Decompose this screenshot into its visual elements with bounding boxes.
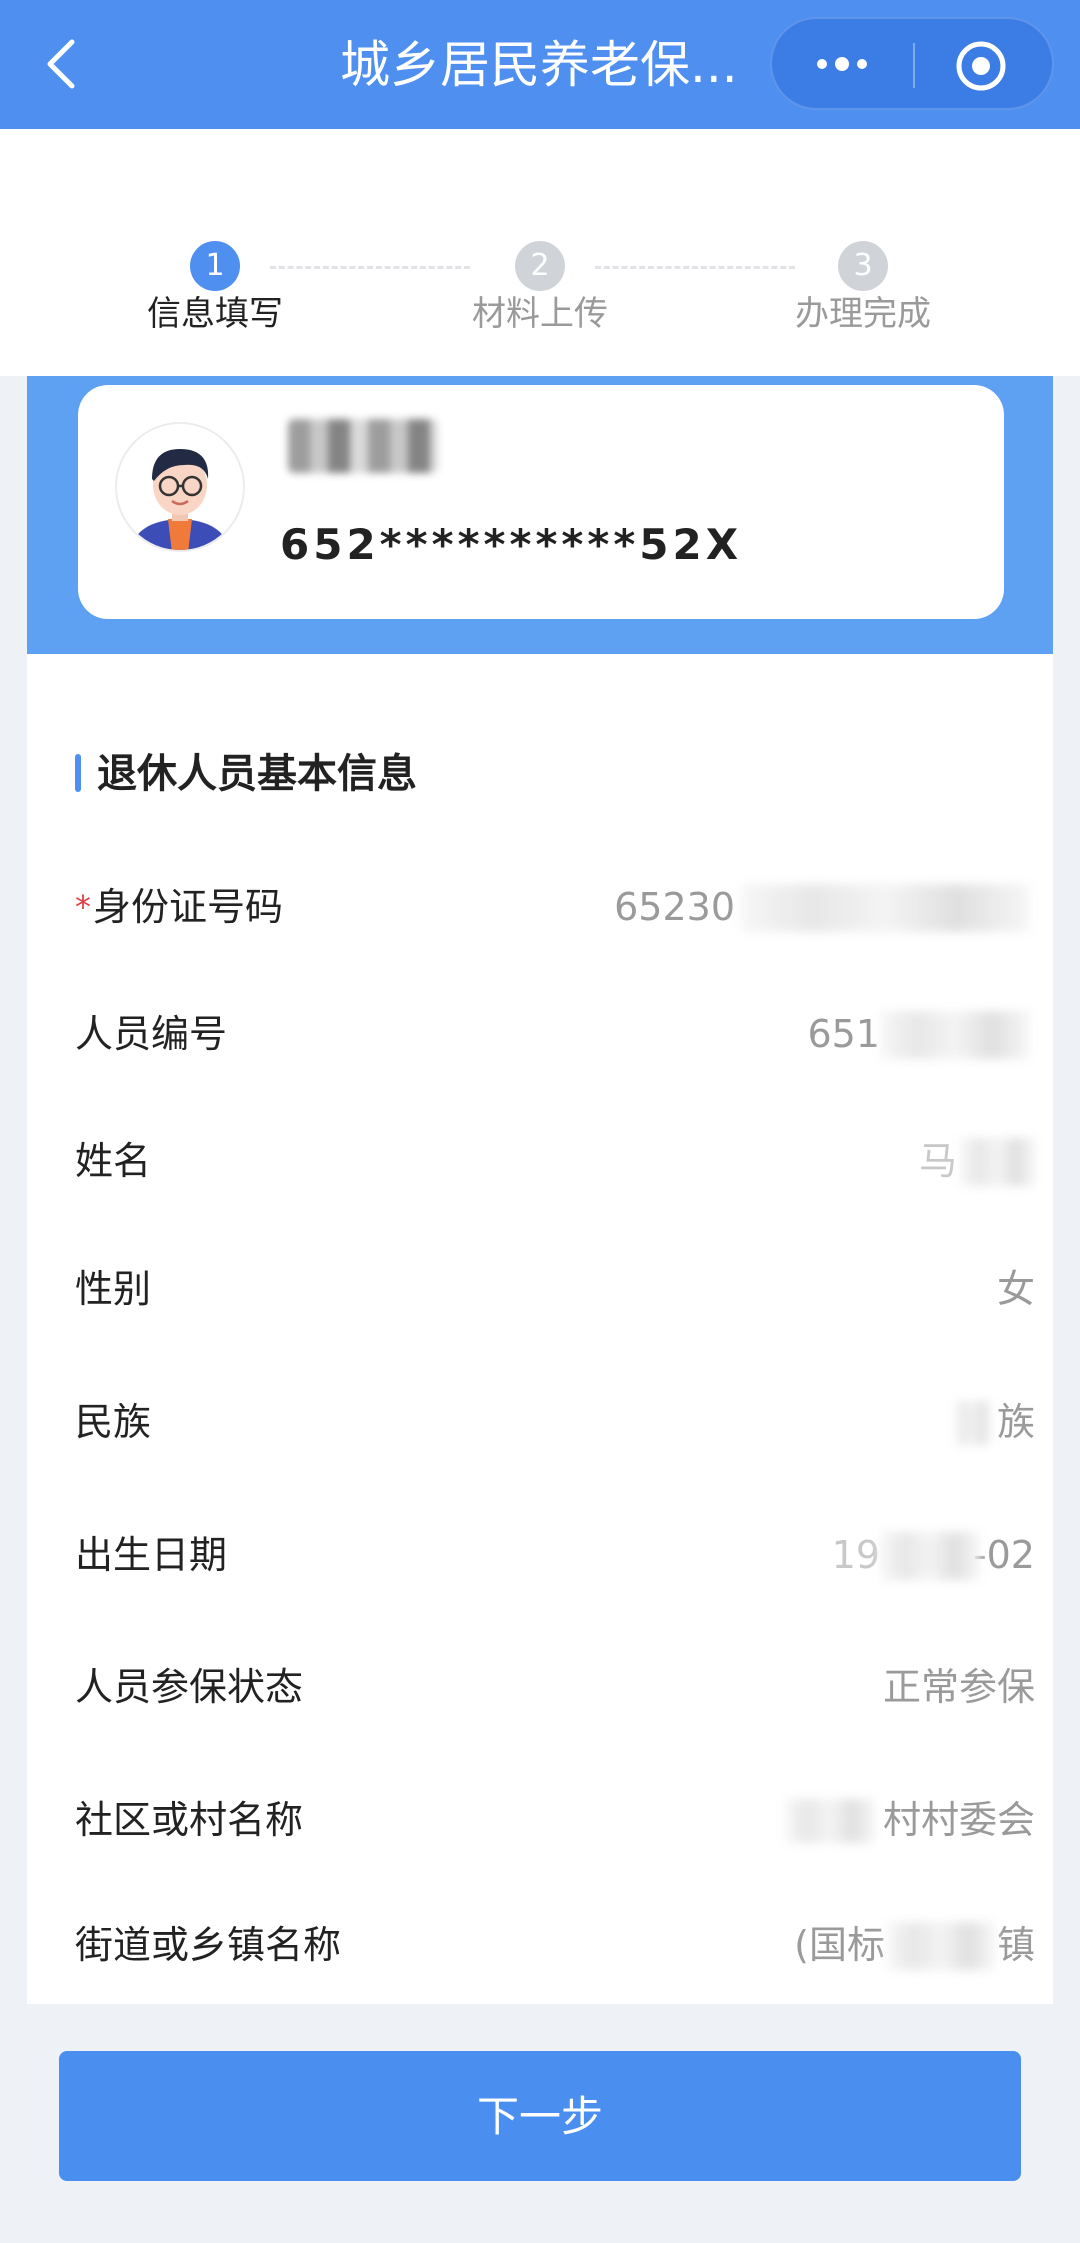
user-name-redacted bbox=[288, 419, 438, 473]
field-value: 65230 bbox=[614, 885, 735, 929]
required-mark: * bbox=[75, 888, 91, 926]
redaction-mask bbox=[740, 884, 1030, 932]
progress-steps: 1 信息填写 2 材料上传 3 办理完成 bbox=[0, 129, 1080, 376]
field-row-gender: 性别 女 bbox=[75, 1254, 1035, 1324]
field-row-insurance-status: 人员参保状态 正常参保 bbox=[75, 1652, 1035, 1722]
field-label: 人员编号 bbox=[75, 1012, 228, 1056]
field-value: 女 bbox=[996, 1267, 1035, 1311]
section-accent-bar bbox=[75, 754, 81, 792]
field-label: 社区或村名称 bbox=[75, 1798, 304, 1842]
target-icon[interactable] bbox=[954, 39, 1008, 93]
step-3-label: 办理完成 bbox=[795, 294, 931, 334]
field-value: (国标 bbox=[794, 1923, 885, 1967]
redaction-mask bbox=[785, 1799, 875, 1843]
redaction-mask bbox=[880, 1011, 1030, 1059]
step-connector bbox=[270, 266, 470, 269]
field-label: 姓名 bbox=[75, 1139, 152, 1183]
field-row-name: 姓名 马 bbox=[75, 1126, 1035, 1196]
field-row-town: 街道或乡镇名称 (国标 镇 bbox=[75, 1910, 1035, 1980]
field-label: *身份证号码 bbox=[75, 885, 284, 929]
back-arrow-icon[interactable] bbox=[42, 38, 78, 90]
field-value: 正常参保 bbox=[882, 1665, 1035, 1709]
page-title: 城乡居民养老保... bbox=[340, 36, 738, 94]
next-step-button[interactable]: 下一步 bbox=[59, 2051, 1021, 2181]
user-id-number: 652**********52X bbox=[280, 520, 743, 569]
user-card: 652**********52X bbox=[78, 385, 1004, 619]
field-value: 651 bbox=[807, 1012, 880, 1056]
field-label: 民族 bbox=[75, 1400, 152, 1444]
field-label: 性别 bbox=[75, 1267, 152, 1311]
field-value: 19 bbox=[831, 1533, 880, 1577]
step-1-label: 信息填写 bbox=[147, 294, 283, 334]
field-value-suffix: 镇 bbox=[996, 1923, 1035, 1967]
step-2-number: 2 bbox=[515, 241, 565, 291]
field-label: 人员参保状态 bbox=[75, 1665, 304, 1709]
redaction-mask bbox=[880, 1532, 980, 1580]
redaction-mask bbox=[887, 1922, 995, 1970]
field-row-village: 社区或村名称 村村委会 bbox=[75, 1785, 1035, 1855]
field-row-id-number: *身份证号码 65230 bbox=[75, 872, 1035, 942]
nav-bar: 城乡居民养老保... bbox=[0, 0, 1080, 129]
field-value-suffix: -02 bbox=[972, 1533, 1035, 1577]
section-title: 退休人员基本信息 bbox=[97, 751, 417, 797]
redaction-mask bbox=[955, 1401, 991, 1445]
mini-program-capsule bbox=[770, 17, 1054, 110]
field-label: 出生日期 bbox=[75, 1533, 228, 1577]
field-row-person-number: 人员编号 651 bbox=[75, 999, 1035, 1069]
step-2-label: 材料上传 bbox=[472, 294, 608, 334]
field-row-ethnicity: 民族 族 bbox=[75, 1387, 1035, 1457]
avatar bbox=[115, 422, 245, 552]
step-connector bbox=[595, 266, 795, 269]
step-3-number: 3 bbox=[838, 241, 888, 291]
more-icon[interactable] bbox=[812, 49, 872, 79]
field-value: 族 bbox=[996, 1400, 1035, 1444]
step-1-number: 1 bbox=[190, 241, 240, 291]
capsule-divider bbox=[913, 43, 915, 88]
field-value: 村村委会 bbox=[882, 1798, 1035, 1842]
field-label: 街道或乡镇名称 bbox=[75, 1923, 342, 1967]
redaction-mask bbox=[960, 1138, 1035, 1186]
field-value: 马 bbox=[918, 1139, 957, 1183]
field-row-birth-date: 出生日期 19 -02 bbox=[75, 1520, 1035, 1590]
retiree-info-section: 退休人员基本信息 *身份证号码 65230 人员编号 651 姓名 马 性别 女… bbox=[27, 654, 1053, 2004]
